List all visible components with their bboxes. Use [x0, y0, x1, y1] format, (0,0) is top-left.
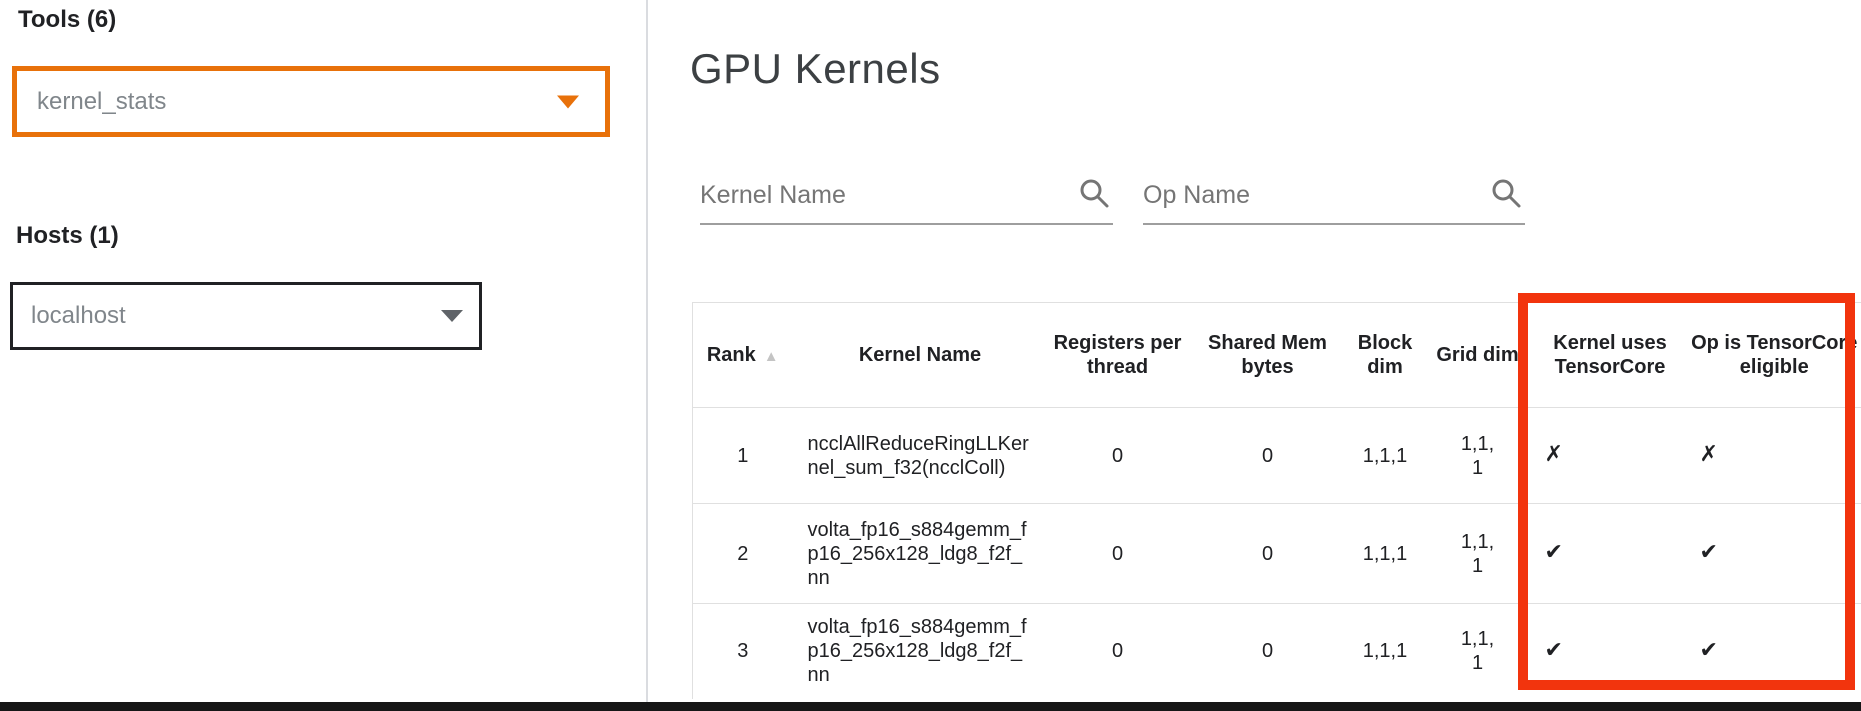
- cell-rank: 1: [693, 408, 793, 504]
- sort-ascending-icon: ▲: [764, 348, 779, 365]
- table-row[interactable]: 2volta_fp16_s884gemm_fp16_256x128_ldg8_f…: [693, 504, 1861, 604]
- cell-kernel-uses-tensorcore: ✔: [1533, 504, 1688, 604]
- cell-kernel-name: volta_fp16_s884gemm_fp16_256x128_ldg8_f2…: [793, 604, 1048, 699]
- column-header-kernel-name[interactable]: Kernel Name: [793, 303, 1048, 408]
- window-bottom-border: [0, 702, 1861, 711]
- kernel-name-input[interactable]: [700, 168, 1069, 223]
- op-name-filter: [1143, 168, 1525, 225]
- tools-dropdown-value: kernel_stats: [37, 88, 166, 116]
- column-header-block-dim[interactable]: Block dim: [1348, 303, 1423, 408]
- op-name-input[interactable]: [1143, 168, 1481, 223]
- cell-op-is-tensorcore-eligible: ✗: [1688, 408, 1861, 504]
- cell-op-is-tensorcore-eligible: ✔: [1688, 504, 1861, 604]
- profiler-kernel-stats-screen: Tools (6) kernel_stats Hosts (1) localho…: [0, 0, 1861, 711]
- search-icon: [1077, 176, 1111, 215]
- gpu-kernels-table: Rank ▲ Kernel Name Registers per thread S…: [692, 302, 1861, 699]
- cell-shared-mem-bytes: 0: [1188, 504, 1348, 604]
- column-header-rank[interactable]: Rank ▲: [693, 303, 793, 408]
- column-header-grid-dim[interactable]: Grid dim: [1423, 303, 1533, 408]
- cell-op-is-tensorcore-eligible: ✔: [1688, 604, 1861, 699]
- column-header-shared-mem-bytes[interactable]: Shared Mem bytes: [1188, 303, 1348, 408]
- cell-block-dim: 1,1,1: [1348, 504, 1423, 604]
- kernel-name-filter: [700, 168, 1113, 225]
- column-header-kernel-uses-tensorcore[interactable]: Kernel uses TensorCore: [1533, 303, 1688, 408]
- tools-dropdown[interactable]: kernel_stats: [12, 66, 610, 137]
- cell-shared-mem-bytes: 0: [1188, 408, 1348, 504]
- cell-grid-dim: 1,1,1: [1423, 604, 1533, 699]
- sidebar-divider: [646, 0, 648, 702]
- cell-rank: 3: [693, 604, 793, 699]
- cell-kernel-uses-tensorcore: ✗: [1533, 408, 1688, 504]
- cell-rank: 2: [693, 504, 793, 604]
- cell-block-dim: 1,1,1: [1348, 408, 1423, 504]
- search-icon: [1489, 176, 1523, 215]
- chevron-down-icon: [441, 310, 463, 322]
- cell-registers-per-thread: 0: [1048, 408, 1188, 504]
- cell-kernel-uses-tensorcore: ✔: [1533, 604, 1688, 699]
- column-header-label: Rank: [707, 344, 756, 366]
- hosts-section-label: Hosts (1): [16, 222, 119, 250]
- cell-kernel-name: ncclAllReduceRingLLKernel_sum_f32(ncclCo…: [793, 408, 1048, 504]
- chevron-down-icon: [557, 95, 579, 108]
- cell-registers-per-thread: 0: [1048, 504, 1188, 604]
- cell-grid-dim: 1,1,1: [1423, 504, 1533, 604]
- cell-grid-dim: 1,1,1: [1423, 408, 1533, 504]
- hosts-dropdown-value: localhost: [31, 302, 126, 330]
- table-row[interactable]: 1ncclAllReduceRingLLKernel_sum_f32(ncclC…: [693, 408, 1861, 504]
- column-header-op-is-tensorcore-eligible[interactable]: Op is TensorCore eligible: [1688, 303, 1861, 408]
- tools-section-label: Tools (6): [18, 6, 116, 34]
- cell-kernel-name: volta_fp16_s884gemm_fp16_256x128_ldg8_f2…: [793, 504, 1048, 604]
- page-title: GPU Kernels: [690, 45, 941, 93]
- table-header-row: Rank ▲ Kernel Name Registers per thread S…: [693, 303, 1861, 408]
- column-header-registers-per-thread[interactable]: Registers per thread: [1048, 303, 1188, 408]
- cell-registers-per-thread: 0: [1048, 604, 1188, 699]
- cell-shared-mem-bytes: 0: [1188, 604, 1348, 699]
- hosts-dropdown[interactable]: localhost: [10, 282, 482, 350]
- table-row[interactable]: 3volta_fp16_s884gemm_fp16_256x128_ldg8_f…: [693, 604, 1861, 699]
- cell-block-dim: 1,1,1: [1348, 604, 1423, 699]
